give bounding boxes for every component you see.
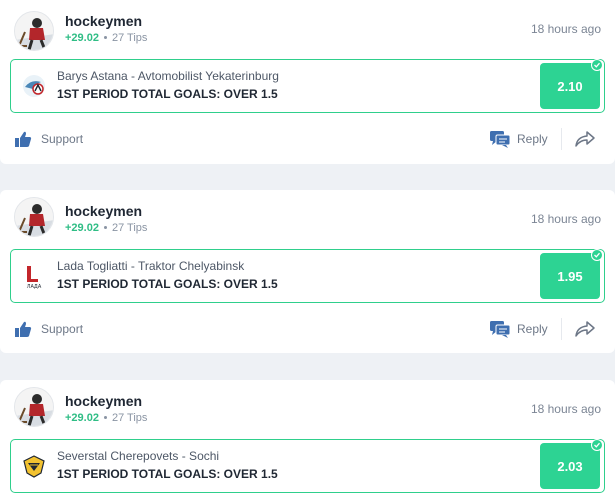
tip-box[interactable]: Severstal Cherepovets - Sochi 1ST PERIOD… <box>10 439 605 493</box>
user-stats: +29.02 27 Tips <box>65 222 147 234</box>
match-title[interactable]: Severstal Cherepovets - Sochi <box>57 449 219 463</box>
user-stats: +29.02 27 Tips <box>65 412 147 424</box>
hockey-player-avatar-icon <box>15 12 53 50</box>
match-title[interactable]: Barys Astana - Avtomobilist Yekaterinbur… <box>57 69 279 83</box>
share-icon[interactable] <box>574 129 596 149</box>
tip-card: hockeymen +29.02 27 Tips 18 hours ago ЛАД… <box>0 190 615 353</box>
hockey-player-avatar-icon <box>15 388 53 426</box>
support-label: Support <box>41 132 84 146</box>
post-time: 18 hours ago <box>530 22 601 36</box>
reply-label: Reply <box>517 132 548 146</box>
avatar[interactable] <box>14 11 54 51</box>
tips-count: 27 Tips <box>111 32 148 44</box>
actions-row: Support Reply <box>0 127 615 151</box>
tip-card: hockeymen +29.02 27 Tips 18 hours ago Bar… <box>0 0 615 164</box>
thumbs-up-icon <box>15 131 32 147</box>
prediction: 1ST PERIOD TOTAL GOALS: OVER 1.5 <box>57 277 278 291</box>
username[interactable]: hockeymen <box>65 13 142 29</box>
user-stats: +29.02 27 Tips <box>65 32 147 44</box>
lada-togliatti-logo-icon: ЛАДА <box>21 263 47 289</box>
comment-icon <box>490 131 511 148</box>
actions-row: Support Reply <box>0 317 615 341</box>
reply-button[interactable]: Reply <box>489 317 548 341</box>
support-button[interactable]: Support <box>14 317 83 341</box>
username[interactable]: hockeymen <box>65 203 142 219</box>
odds-value: 2.03 <box>557 458 583 474</box>
support-button[interactable]: Support <box>14 127 83 151</box>
profit-value: +29.02 <box>65 222 99 234</box>
check-icon <box>591 439 603 451</box>
odds-badge[interactable]: 1.95 <box>540 249 603 299</box>
post-time: 18 hours ago <box>530 212 601 226</box>
tip-card: hockeymen +29.02 27 Tips 18 hours ago Sev… <box>0 380 615 499</box>
svg-text:ЛАДА: ЛАДА <box>27 284 42 289</box>
tips-count: 27 Tips <box>111 222 148 234</box>
thumbs-up-icon <box>15 321 32 337</box>
profit-value: +29.02 <box>65 412 99 424</box>
avatar[interactable] <box>14 197 54 237</box>
profit-value: +29.02 <box>65 32 99 44</box>
tip-box[interactable]: Barys Astana - Avtomobilist Yekaterinbur… <box>10 59 605 113</box>
odds-badge[interactable]: 2.03 <box>540 439 603 489</box>
odds-value: 2.10 <box>557 78 583 94</box>
username[interactable]: hockeymen <box>65 393 142 409</box>
divider <box>561 128 562 150</box>
tips-count: 27 Tips <box>111 412 148 424</box>
odds-badge[interactable]: 2.10 <box>540 59 603 109</box>
hockey-player-avatar-icon <box>15 198 53 236</box>
reply-label: Reply <box>517 322 548 336</box>
share-icon[interactable] <box>574 319 596 339</box>
odds-value: 1.95 <box>557 268 583 284</box>
check-icon <box>591 59 603 71</box>
post-time: 18 hours ago <box>530 402 601 416</box>
prediction: 1ST PERIOD TOTAL GOALS: OVER 1.5 <box>57 467 278 481</box>
comment-icon <box>490 321 511 338</box>
reply-button[interactable]: Reply <box>489 127 548 151</box>
support-label: Support <box>41 322 84 336</box>
divider <box>561 318 562 340</box>
severstal-logo-icon <box>23 455 45 478</box>
prediction: 1ST PERIOD TOTAL GOALS: OVER 1.5 <box>57 87 278 101</box>
barys-astana-logo-icon <box>23 75 45 97</box>
match-title[interactable]: Lada Togliatti - Traktor Chelyabinsk <box>57 259 244 273</box>
avatar[interactable] <box>14 387 54 427</box>
check-icon <box>591 249 603 261</box>
tip-box[interactable]: ЛАДА Lada Togliatti - Traktor Chelyabins… <box>10 249 605 303</box>
